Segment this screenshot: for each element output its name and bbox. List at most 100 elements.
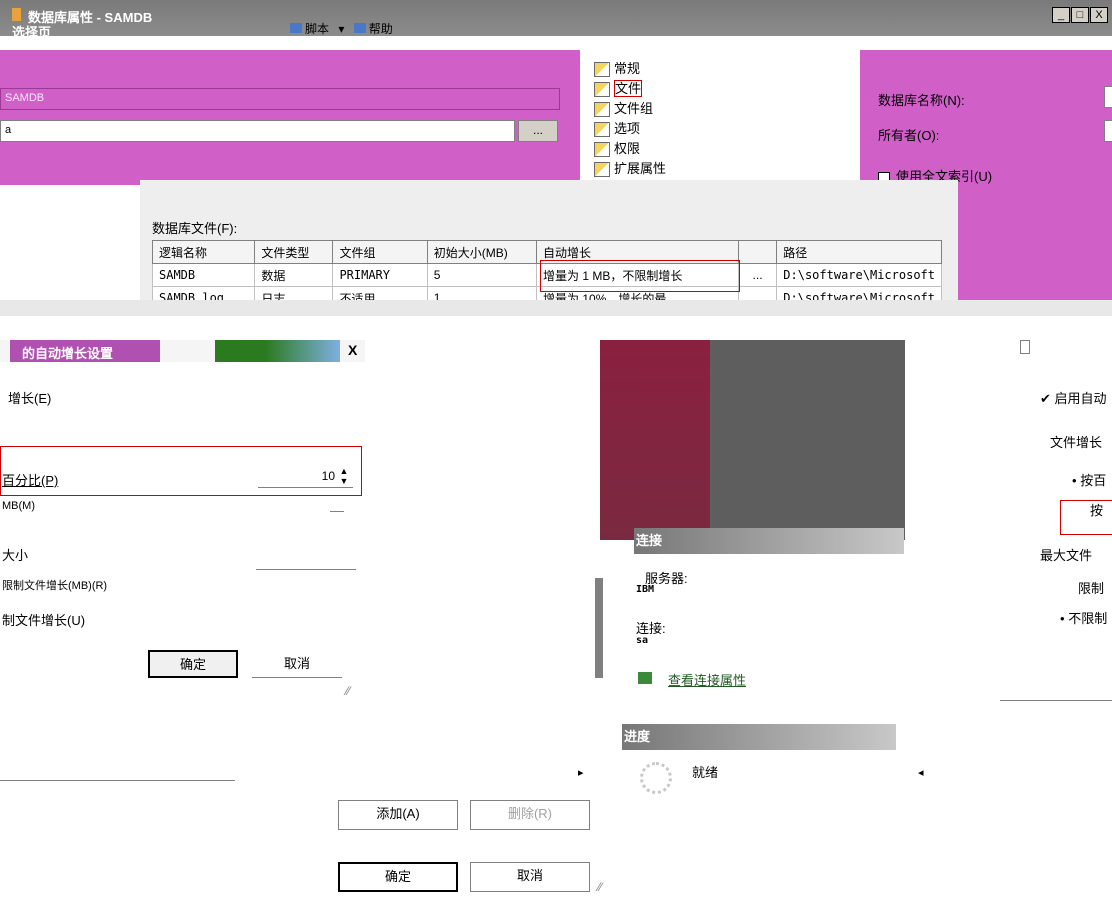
database-icon xyxy=(12,8,21,21)
page-item-filegroups[interactable]: 文件组 xyxy=(594,100,653,118)
scroll-right-icon[interactable]: ▸ xyxy=(578,766,584,779)
page-item-label: 常规 xyxy=(614,61,641,76)
minimize-button[interactable]: _ xyxy=(1052,7,1070,23)
limit-growth-label[interactable]: 限制文件增长(MB)(R) xyxy=(2,577,107,593)
connection-value: sa xyxy=(636,635,649,646)
db-name-input[interactable]: SAMDB xyxy=(0,88,560,110)
remove-button[interactable]: 删除(R) xyxy=(470,800,590,830)
enable-autogrow-label[interactable]: 增长(E) xyxy=(8,388,51,407)
resize-grip-icon[interactable]: ⁄⁄ xyxy=(598,880,602,894)
progress-status: 就绪 xyxy=(692,765,719,780)
limit-growth-input[interactable] xyxy=(256,569,356,589)
checkmark-icon: ✔ xyxy=(1040,391,1051,406)
page-icon xyxy=(594,102,610,118)
bottom-divider xyxy=(0,780,235,781)
db-name-label: 数据库名称(N): xyxy=(878,93,965,108)
right-file-growth-label: 文件增长 xyxy=(1050,435,1103,450)
table-cell[interactable]: D:\software\Microsoft xyxy=(776,263,942,287)
right-by-percent-label: 按百 xyxy=(1080,473,1107,488)
right-divider xyxy=(1000,700,1112,701)
autogrow-browse-button[interactable]: ... xyxy=(737,263,778,287)
general-panel-right xyxy=(860,50,1112,182)
server-value: IBM xyxy=(636,584,655,595)
progress-spinner-icon xyxy=(640,762,672,794)
dropdown-arrow-icon[interactable]: ▾ xyxy=(338,22,344,36)
files-label: 数据库文件(F): xyxy=(152,221,238,236)
page-item-label: 权限 xyxy=(614,141,641,156)
maximize-button[interactable]: □ xyxy=(1071,7,1089,23)
right-enable-checkbox[interactable]: ✔ 启用自动 xyxy=(1040,388,1107,407)
right-by-percent-radio[interactable]: • 按百 xyxy=(1072,470,1106,489)
page-item-extended-properties[interactable]: 扩展属性 xyxy=(594,160,666,178)
view-connection-properties-link[interactable]: 查看连接属性 xyxy=(668,670,746,689)
toolbar: 脚本 ▾ 帮助 xyxy=(290,20,393,36)
spinner-arrows-icon[interactable]: ▲ ▼ xyxy=(337,466,351,488)
title-bar xyxy=(0,0,1112,36)
script-button[interactable]: 脚本 xyxy=(305,22,329,36)
max-size-label: 大小 xyxy=(2,548,29,563)
column-header[interactable]: 文件类型 xyxy=(254,240,334,264)
select-page-label: 选择页 xyxy=(12,25,52,40)
owner-label: 所有者(O): xyxy=(878,128,940,143)
page-icon xyxy=(594,162,610,178)
connection-header: 连接 xyxy=(634,528,904,554)
right-max-size-label: 最大文件 xyxy=(1040,548,1093,563)
db-name-input-right[interactable] xyxy=(1104,86,1112,108)
cancel-button[interactable]: 取消 xyxy=(470,862,590,892)
owner-input[interactable]: a xyxy=(0,120,515,142)
radio-dot-icon: • xyxy=(1060,611,1065,626)
autogrow-dialog-title-gradient xyxy=(215,340,340,362)
unlimited-growth-label[interactable]: 制文件增长(U) xyxy=(2,610,85,629)
close-button[interactable]: X xyxy=(1090,7,1108,23)
general-panel-right-lower xyxy=(958,182,1112,302)
right-unlimited-radio[interactable]: • 不限制 xyxy=(1060,608,1107,627)
right-limit-radio[interactable]: 限制 xyxy=(1078,578,1104,597)
owner-input-right[interactable] xyxy=(1104,120,1112,142)
page-item-options[interactable]: 选项 xyxy=(594,120,640,138)
page-icon xyxy=(594,142,610,158)
resize-grip-icon[interactable]: ⁄⁄ xyxy=(346,684,350,698)
page-item-label: 文件 xyxy=(614,80,643,97)
mb-radio-label[interactable]: MB(M) xyxy=(2,500,35,512)
owner-browse-button[interactable]: ... xyxy=(518,120,558,142)
column-header[interactable]: 文件组 xyxy=(332,240,428,264)
scroll-left-icon[interactable]: ◂ xyxy=(918,766,924,779)
page-item-permissions[interactable]: 权限 xyxy=(594,140,640,158)
page-item-general[interactable]: 常规 xyxy=(594,60,640,78)
right-enable-label: 启用自动 xyxy=(1054,391,1107,406)
progress-header: 进度 xyxy=(622,724,896,750)
help-icon xyxy=(353,23,366,33)
table-cell[interactable]: PRIMARY xyxy=(332,263,428,287)
right-unlimited-label: 不限制 xyxy=(1068,611,1108,626)
column-header[interactable]: 逻辑名称 xyxy=(151,240,256,264)
table-cell[interactable]: 数据 xyxy=(254,263,334,287)
column-header xyxy=(737,240,778,264)
column-header[interactable]: 初始大小(MB) xyxy=(426,240,538,264)
autogrow-dialog-close-button[interactable]: X xyxy=(348,342,357,358)
document-icon xyxy=(1020,340,1030,354)
script-icon xyxy=(290,23,302,33)
right-percent-highlight xyxy=(1060,500,1112,535)
page-item-label: 文件组 xyxy=(614,101,654,116)
table-cell[interactable]: 5 xyxy=(426,263,538,287)
percent-radio-label[interactable]: 百分比(P) xyxy=(2,470,58,489)
column-header[interactable]: 路径 xyxy=(776,240,942,264)
page-icon xyxy=(594,122,610,138)
mb-spinner[interactable] xyxy=(330,506,344,512)
add-button[interactable]: 添加(A) xyxy=(338,800,458,830)
right-by-mb-radio[interactable]: 按 xyxy=(1090,500,1103,519)
page-item-label: 选项 xyxy=(614,121,641,136)
page-item-files[interactable]: 文件 xyxy=(594,80,643,98)
page-tree: 常规 文件 文件组 选项 权限 扩展属性 xyxy=(580,60,860,180)
autogrow-cancel-button[interactable]: 取消 xyxy=(252,650,342,678)
help-button[interactable]: 帮助 xyxy=(369,22,393,36)
vertical-scrollbar[interactable] xyxy=(595,578,603,678)
page-icon xyxy=(594,62,610,78)
autogrow-ok-button[interactable]: 确定 xyxy=(148,650,238,678)
page-icon xyxy=(594,82,610,98)
ok-button[interactable]: 确定 xyxy=(338,862,458,892)
radio-dot-icon: • xyxy=(1072,473,1077,488)
connection-properties-icon xyxy=(638,672,652,684)
table-cell[interactable]: SAMDB xyxy=(151,263,256,287)
page-item-label: 扩展属性 xyxy=(614,161,667,176)
